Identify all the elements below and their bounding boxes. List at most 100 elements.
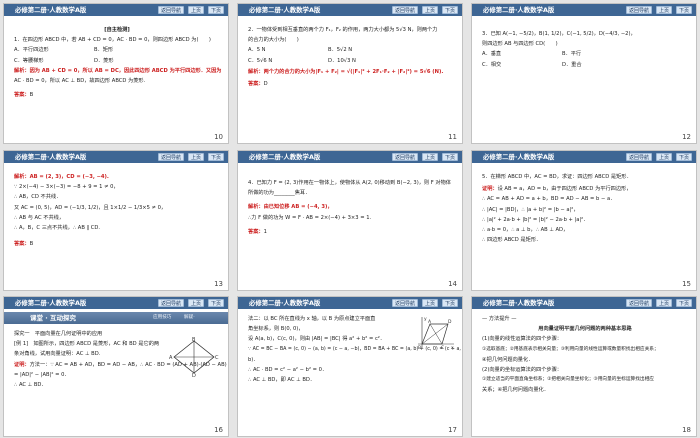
slide-header: 必修第二册·人教数学A版 返回导航 上页 下页	[4, 151, 228, 163]
next-page-button[interactable]: 下页	[208, 299, 225, 307]
method-line: ∴ AC · BD = c² − a² − b² = 0．	[248, 367, 328, 374]
method-text: ①选取基底；②用基底表示相关向量；③利用向量的线性运算或数量积找出相应关系；	[482, 346, 659, 352]
next-page-button[interactable]: 下页	[676, 153, 693, 161]
slide-grid: 必修第二册·人教数学A版 返回导航 上页 下页 [自主检测] 1．在四边形 AB…	[0, 0, 700, 438]
option-b: B．矩形	[94, 47, 114, 54]
options-row: A．平行四边形 B．矩形	[14, 46, 220, 54]
slide-header: 必修第二册·人教数学A版 返回导航 上页 下页	[238, 4, 462, 16]
method-text: 关系；④把几何问题向量化．	[482, 387, 549, 394]
section-title: [自主检测]	[104, 27, 130, 33]
slide-15[interactable]: 必修第二册·人教数学A版 返回导航 上页 下页 5．在梯形 ABCD 中，AC …	[471, 150, 697, 291]
prev-page-button[interactable]: 上页	[656, 6, 673, 14]
back-nav-button[interactable]: 返回导航	[626, 6, 653, 14]
page-number: 18	[682, 426, 691, 434]
page-number: 17	[448, 426, 457, 434]
question-text: 2．一物体受到相互垂直的两个力 F₁，F₂ 的作用，两力大小都为 5√3 N，则…	[248, 27, 438, 33]
next-page-button[interactable]: 下页	[208, 153, 225, 161]
page-number: 12	[682, 133, 691, 141]
header-title: 必修第二册·人教数学A版	[483, 6, 555, 14]
slide-11[interactable]: 必修第二册·人教数学A版 返回导航 上页 下页 2．一物体受到相互垂直的两个力 …	[237, 3, 463, 144]
header-title: 必修第二册·人教数学A版	[15, 299, 87, 307]
slide-14[interactable]: 必修第二册·人教数学A版 返回导航 上页 下页 4．已知力 F = (2, 3)…	[237, 150, 463, 291]
answer-line: 答案：B	[14, 92, 34, 99]
header-title: 必修第二册·人教数学A版	[483, 153, 555, 161]
slide-18[interactable]: 必修第二册·人教数学A版 返回导航 上页 下页 — 方法提升 — 用向量证明平面…	[471, 296, 697, 437]
question-text: 所做的功为________焦耳．	[248, 190, 311, 197]
option-a: A．平行四边形	[14, 47, 49, 54]
prev-page-button[interactable]: 上页	[656, 153, 673, 161]
option-c: C．等腰梯形	[14, 57, 44, 64]
header-title: 必修第二册·人教数学A版	[483, 299, 555, 307]
next-page-button[interactable]: 下页	[676, 6, 693, 14]
header-title: 必修第二册·人教数学A版	[15, 6, 87, 14]
answer-line: 答案：B	[14, 241, 34, 248]
page-number: 14	[448, 280, 457, 288]
diagram-label-b: B	[418, 345, 421, 350]
slide-body: 解析：AB = (2, 3)，CD = (−3, −4). ∵ 2×(−4) −…	[14, 173, 220, 250]
back-nav-button[interactable]: 返回导航	[626, 153, 653, 161]
prev-page-button[interactable]: 上页	[188, 299, 205, 307]
slide-body: 4．已知力 F = (2, 3)作用在一物体上，使物体从 A(2, 0)移动到 …	[248, 179, 454, 238]
page-number: 13	[214, 280, 223, 288]
slide-12[interactable]: 必修第二册·人教数学A版 返回导航 上页 下页 3．已知 A(−1, −5/2)…	[471, 3, 697, 144]
slide-16[interactable]: 必修第二册·人教数学A版 返回导航 上页 下页 课堂 · 互动探究 应用技巧 解…	[3, 296, 229, 437]
method-line: b)．	[248, 356, 259, 363]
option-c: C．5√6 N	[248, 57, 273, 64]
options-row: C．5√6 N D．10√3 N	[248, 57, 454, 65]
method-text: ①建立适当的平面直角坐标系；②把相关向量坐标化；③用向量的坐标运算找出相应	[482, 377, 654, 383]
prev-page-button[interactable]: 上页	[422, 6, 439, 14]
analysis-line: 解析：由已知位移 AB = (−4, 3)，	[248, 204, 333, 211]
slide-header: 必修第二册·人教数学A版 返回导航 上页 下页	[472, 4, 696, 16]
prev-page-button[interactable]: 上页	[188, 153, 205, 161]
prev-page-button[interactable]: 上页	[422, 299, 439, 307]
option-d: D．10√3 N	[328, 57, 356, 64]
proof-line: ∴ AC = AB + AD = a + b，BD = AD − AB = b …	[482, 196, 616, 203]
back-nav-button[interactable]: 返回导航	[158, 299, 185, 307]
analysis-line: 解析：两个力的合力的大小为|F₁ + F₂| = √(|F₁|² + 2F₁·F…	[248, 68, 444, 75]
slide-header: 必修第二册·人教数学A版 返回导航 上页 下页	[472, 151, 696, 163]
slide-body: 3．已知 A(−1, −5/2)，B(1, 1/2)，C(−1, 5/2)，D(…	[482, 30, 688, 71]
method-text: ④把几何问题向量化．	[482, 356, 534, 363]
diagram-label-d: D	[448, 319, 452, 325]
slide-17[interactable]: 必修第二册·人教数学A版 返回导航 上页 下页 法二：以 BC 所在直线为 x …	[237, 296, 463, 437]
question-text: 的合力的大小为( )	[248, 37, 299, 44]
back-nav-button[interactable]: 返回导航	[392, 6, 419, 14]
next-page-button[interactable]: 下页	[442, 6, 459, 14]
proof-line: 证明：设 AB = a，AD = b，由于四边形 ABCD 为平行四边形，	[482, 186, 632, 193]
back-nav-button[interactable]: 返回导航	[392, 153, 419, 161]
slide-body: [自主检测] 1．在四边形 ABCD 中，若 AB + CD = 0，AC · …	[14, 26, 221, 101]
analysis-line: 又 AC = (0, 5)，AD = (−1/3, 1/2)，且 1×1/2 −…	[14, 204, 167, 211]
next-page-button[interactable]: 下页	[208, 6, 225, 14]
question-text: 则四边形 AB 与四边形 CD( )	[482, 41, 558, 48]
slide-body: — 方法提升 — 用向量证明平面几何问题的两种基本思路 (1)向量的线性运算法的…	[482, 315, 688, 397]
analysis-line: ∴ AB，CD 不共线．	[14, 194, 62, 201]
back-nav-button[interactable]: 返回导航	[626, 299, 653, 307]
header-title: 必修第二册·人教数学A版	[249, 6, 321, 14]
option-a: A．垂直	[482, 51, 502, 58]
answer-line: 答案：D	[248, 81, 268, 88]
section-title: 用向量证明平面几何问题的两种基本思路	[538, 326, 632, 333]
prev-page-button[interactable]: 上页	[422, 153, 439, 161]
back-nav-button[interactable]: 返回导航	[392, 299, 419, 307]
back-nav-button[interactable]: 返回导航	[158, 153, 185, 161]
question-text: 1．在四边形 ABCD 中，若 AB + CD = 0，AC · BD = 0，…	[14, 37, 211, 44]
slide-10[interactable]: 必修第二册·人教数学A版 返回导航 上页 下页 [自主检测] 1．在四边形 AB…	[3, 3, 229, 144]
options-row: C．相交 D．重合	[482, 61, 688, 69]
slide-header: 必修第二册·人教数学A版 返回导航 上页 下页	[4, 4, 228, 16]
next-page-button[interactable]: 下页	[442, 153, 459, 161]
slide-13[interactable]: 必修第二册·人教数学A版 返回导航 上页 下页 解析：AB = (2, 3)，C…	[3, 150, 229, 291]
prev-page-button[interactable]: 上页	[656, 299, 673, 307]
back-nav-button[interactable]: 返回导航	[158, 6, 185, 14]
next-page-button[interactable]: 下页	[676, 299, 693, 307]
page-number: 10	[214, 133, 223, 141]
slide-body: 5．在梯形 ABCD 中，AC = BD，求证：四边形 ABCD 是矩形． 证明…	[482, 173, 688, 246]
method-label: — 方法提升 —	[482, 316, 517, 322]
method-text: (2)向量的坐标运算法的四个步骤：	[482, 367, 562, 374]
analysis-line: ∴ AB 与 AC 不共线，	[14, 214, 65, 221]
prev-page-button[interactable]: 上页	[188, 6, 205, 14]
options-row: A．垂直 B．平行	[482, 50, 688, 58]
next-page-button[interactable]: 下页	[442, 299, 459, 307]
analysis-line: 解析：AB = (2, 3)，CD = (−3, −4).	[14, 174, 109, 180]
analysis-line: AC · BD = 0，所以 AC ⊥ BD，故四边形 ABCD 为菱形.	[14, 78, 146, 85]
axis-label-x: x	[451, 346, 454, 350]
